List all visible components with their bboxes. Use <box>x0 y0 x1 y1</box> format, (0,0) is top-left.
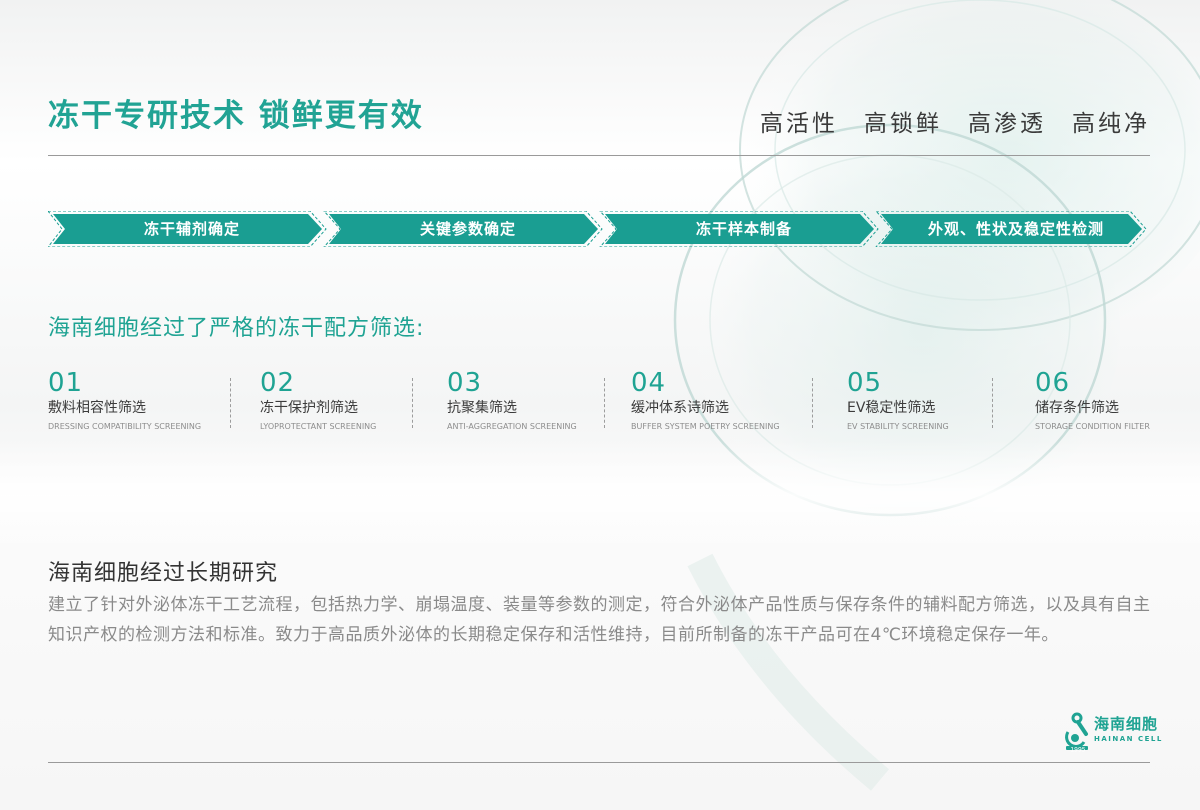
screening-item-6: 06 储存条件筛选 STORAGE CONDITION FILTER <box>1035 368 1150 433</box>
item-number: 02 <box>260 368 296 398</box>
dashed-divider <box>604 378 605 428</box>
item-title: 敷料相容性筛选 <box>48 400 146 416</box>
bottom-divider <box>48 762 1150 763</box>
dashed-divider <box>412 378 413 428</box>
tagline-high-penetration: 高渗透 <box>968 111 1046 137</box>
screening-title: 海南细胞经过了严格的冻干配方筛选: <box>48 316 425 341</box>
page-title: 冻干专研技术 锁鲜更有效 <box>48 98 424 134</box>
item-title: 缓冲体系诗筛选 <box>631 400 729 416</box>
item-subtitle: EV STABILITY SCREENING <box>847 422 949 431</box>
dashed-divider <box>992 378 993 428</box>
screening-list: 01 敷料相容性筛选 DRESSING COMPATIBILITY SCREEN… <box>48 368 1158 438</box>
item-number: 01 <box>48 368 84 398</box>
research-body: 建立了针对外泌体冻干工艺流程，包括热力学、崩塌温度、装量等参数的测定，符合外泌体… <box>48 595 1151 645</box>
step-1-label: 冻干辅剂确定 <box>143 220 240 238</box>
screening-item-5: 05 EV稳定性筛选 EV STABILITY SCREENING <box>847 368 949 433</box>
top-divider <box>48 155 1150 156</box>
brand-logo: 1995 海南细胞 HAINAN CELL <box>1064 710 1164 754</box>
svg-text:1995: 1995 <box>1070 747 1085 754</box>
screening-item-4: 04 缓冲体系诗筛选 BUFFER SYSTEM POETRY SCREENIN… <box>631 368 780 433</box>
item-number: 06 <box>1035 368 1071 398</box>
item-title: 储存条件筛选 <box>1035 400 1119 416</box>
item-subtitle: LYOPROTECTANT SCREENING <box>260 422 377 431</box>
screening-item-2: 02 冻干保护剂筛选 LYOPROTECTANT SCREENING <box>260 368 376 433</box>
dashed-divider <box>230 378 231 428</box>
item-title: 冻干保护剂筛选 <box>260 400 358 416</box>
item-number: 04 <box>631 368 667 398</box>
item-subtitle: BUFFER SYSTEM POETRY SCREENING <box>631 422 780 431</box>
feature-tagline: 高活性 高锁鲜 高渗透 高纯净 <box>760 104 1150 138</box>
screening-item-3: 03 抗聚集筛选 ANTI-AGGREGATION SCREENING <box>447 368 577 433</box>
logo-english-name: HAINAN CELL <box>1094 735 1163 743</box>
item-subtitle: STORAGE CONDITION FILTER <box>1035 422 1150 431</box>
item-title: 抗聚集筛选 <box>447 400 517 416</box>
research-title: 海南细胞经过长期研究 <box>48 561 279 586</box>
step-2-label: 关键参数确定 <box>419 220 516 238</box>
item-subtitle: ANTI-AGGREGATION SCREENING <box>447 422 577 431</box>
item-title: EV稳定性筛选 <box>847 400 936 416</box>
tagline-high-activity: 高活性 <box>760 111 838 137</box>
item-subtitle: DRESSING COMPATIBILITY SCREENING <box>48 422 202 431</box>
step-3-label: 冻干样本制备 <box>695 220 792 238</box>
logo-year: 1995 <box>1070 747 1085 754</box>
logo-name: 海南细胞 <box>1094 715 1159 733</box>
screening-item-1: 01 敷料相容性筛选 DRESSING COMPATIBILITY SCREEN… <box>48 368 201 433</box>
item-number: 05 <box>847 368 883 398</box>
item-number: 03 <box>447 368 483 398</box>
process-steps: 冻干辅剂确定 关键参数确定 冻干样本制备 外观、性状及稳定性检测 <box>48 211 1148 247</box>
step-4-label: 外观、性状及稳定性检测 <box>927 220 1104 238</box>
tagline-high-freshness: 高锁鲜 <box>864 111 942 137</box>
tagline-high-purity: 高纯净 <box>1072 111 1150 137</box>
dashed-divider <box>812 378 813 428</box>
